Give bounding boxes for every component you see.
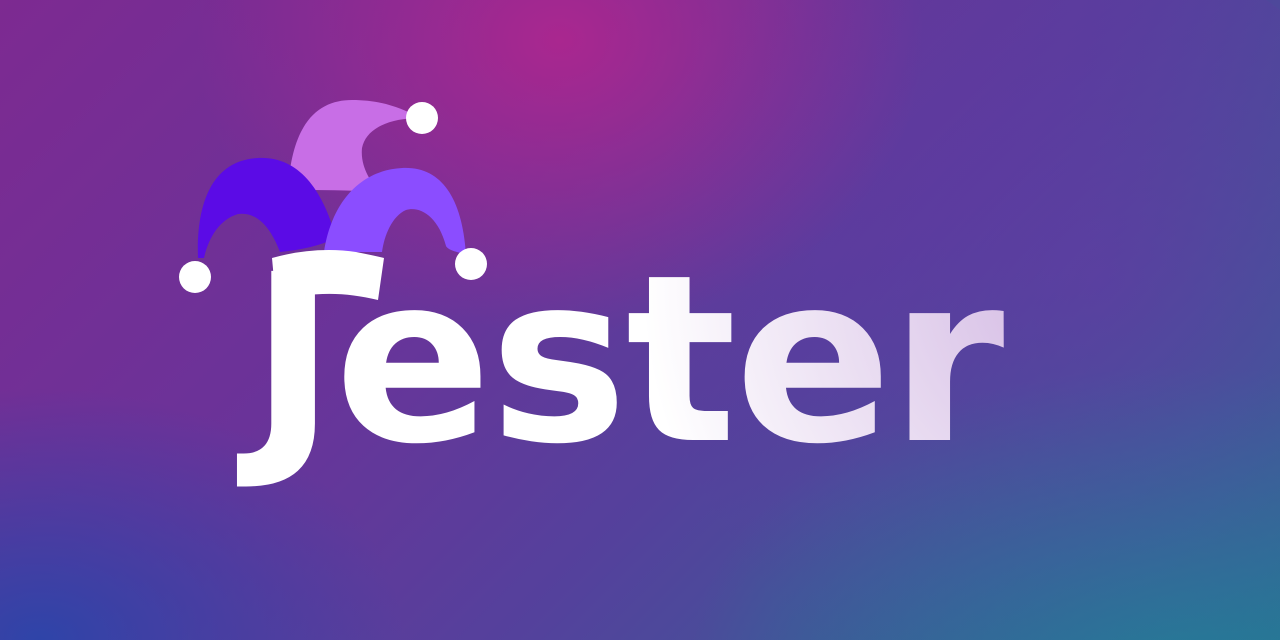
brand-name: Jester <box>236 225 1004 495</box>
hat-bell-left <box>179 261 211 293</box>
jester-logo: Jester <box>179 100 1006 495</box>
hero-banner: Jester <box>0 0 1280 640</box>
hat-bell-top <box>406 102 438 134</box>
